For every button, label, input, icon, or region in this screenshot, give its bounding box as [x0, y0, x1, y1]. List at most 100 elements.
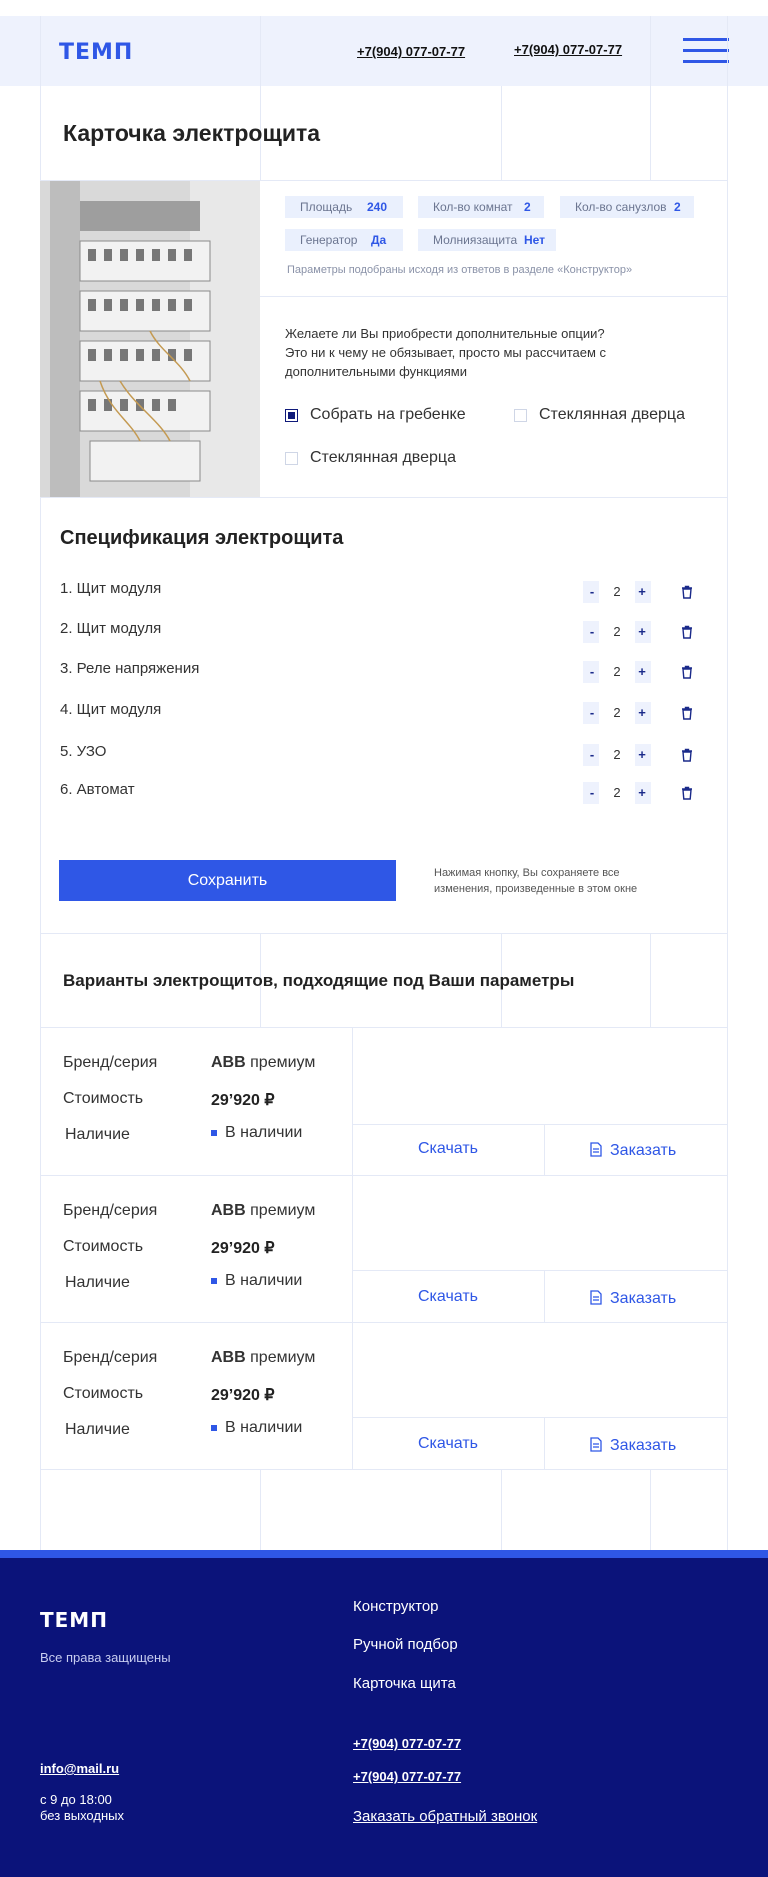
variant-brand-name: ABB — [211, 1054, 246, 1071]
decrease-button[interactable]: - — [585, 702, 599, 724]
decrease-button[interactable]: - — [585, 744, 599, 766]
variant-brand-value: ABB премиум — [211, 1349, 315, 1367]
trash-icon[interactable] — [680, 786, 694, 800]
trash-icon[interactable] — [680, 748, 694, 762]
footer-hours-line: с 9 до 18:00 — [40, 1792, 112, 1807]
grid-line — [727, 16, 728, 1550]
download-button[interactable]: Скачать — [418, 1288, 478, 1306]
option-checkbox-glass-door-2[interactable] — [285, 452, 298, 465]
variant-price: 29’920 ₽ — [211, 1092, 275, 1109]
download-button[interactable]: Скачать — [418, 1140, 478, 1158]
site-footer: ТЕМП Все права защищены Конструктор Ручн… — [0, 1558, 768, 1877]
grid-line — [40, 1322, 728, 1323]
footer-nav-constructor[interactable]: Конструктор — [353, 1598, 439, 1615]
page-title: Карточка электрощита — [63, 120, 321, 146]
header-phone-2[interactable]: +7(904) 077-07-77 — [514, 42, 622, 57]
footer-callback-link[interactable]: Заказать обратный звонок — [353, 1808, 537, 1825]
grid-line — [501, 86, 502, 181]
option-label-glass-door[interactable]: Стеклянная дверца — [539, 406, 685, 424]
save-button[interactable]: Сохранить — [59, 860, 396, 901]
increase-button[interactable]: + — [635, 581, 649, 603]
quantity-value[interactable]: 2 — [599, 744, 635, 766]
param-value: 240 — [367, 200, 388, 214]
options-question: Желаете ли Вы приобрести дополнительные … — [285, 324, 665, 381]
document-icon — [590, 1437, 602, 1457]
quantity-value[interactable]: 2 — [599, 782, 635, 804]
spec-item-name: 5. УЗО — [60, 743, 107, 760]
quantity-value[interactable]: 2 — [599, 702, 635, 724]
option-checkbox-glass-door[interactable] — [514, 409, 527, 422]
quantity-value[interactable]: 2 — [599, 621, 635, 643]
quantity-value[interactable]: 2 — [599, 581, 635, 603]
trash-icon[interactable] — [680, 706, 694, 720]
switchboard-photo — [40, 181, 260, 497]
grid-line — [40, 1469, 728, 1470]
variant-brand-value: ABB премиум — [211, 1054, 315, 1072]
order-button[interactable]: Заказать — [590, 1140, 676, 1160]
increase-button[interactable]: + — [635, 744, 649, 766]
grid-line — [544, 1124, 545, 1175]
grid-line — [352, 1270, 728, 1271]
params-hint: Параметры подобраны исходя из ответов в … — [287, 264, 633, 276]
increase-button[interactable]: + — [635, 702, 649, 724]
variant-price-label: Стоимость — [63, 1238, 144, 1255]
order-button[interactable]: Заказать — [590, 1435, 676, 1455]
variant-stock-status: В наличии — [211, 1124, 302, 1142]
grid-line — [260, 1469, 261, 1550]
footer-email[interactable]: info@mail.ru — [40, 1761, 119, 1776]
question-line: Это ни к чему не обязывает, просто мы ра… — [285, 345, 607, 360]
variant-stock-label: Наличие — [65, 1274, 130, 1291]
param-value: 2 — [524, 200, 531, 214]
spec-item-name: 1. Щит модуля — [60, 580, 162, 597]
question-line: дополнительными функциями — [285, 364, 467, 379]
quantity-value[interactable]: 2 — [599, 661, 635, 683]
order-label: Заказать — [610, 1437, 677, 1454]
option-checkbox-comb[interactable] — [285, 409, 298, 422]
footer-phone-1[interactable]: +7(904) 077-07-77 — [353, 1736, 461, 1751]
order-button[interactable]: Заказать — [590, 1288, 676, 1308]
param-value: 2 — [674, 200, 681, 214]
variant-stock-label: Наличие — [65, 1126, 130, 1143]
variant-price-label: Стоимость — [63, 1385, 144, 1402]
spec-title: Спецификация электрощита — [60, 527, 344, 549]
grid-line — [544, 1417, 545, 1469]
increase-button[interactable]: + — [635, 621, 649, 643]
decrease-button[interactable]: - — [585, 661, 599, 683]
increase-button[interactable]: + — [635, 782, 649, 804]
trash-icon[interactable] — [680, 585, 694, 599]
decrease-button[interactable]: - — [585, 621, 599, 643]
download-button[interactable]: Скачать — [418, 1435, 478, 1453]
quantity-stepper: -2 + — [583, 621, 651, 643]
grid-line — [260, 16, 261, 181]
decrease-button[interactable]: - — [585, 782, 599, 804]
quantity-stepper: -2 + — [583, 702, 651, 724]
increase-button[interactable]: + — [635, 661, 649, 683]
save-note-line: изменения, произведенные в этом окне — [434, 883, 638, 895]
footer-nav-manual[interactable]: Ручной подбор — [353, 1636, 458, 1653]
quantity-stepper: -2 + — [583, 581, 651, 603]
option-label-glass-door-2[interactable]: Стеклянная дверца — [310, 449, 456, 467]
hamburger-menu-icon[interactable] — [683, 38, 729, 64]
quantity-stepper: -2 + — [583, 782, 651, 804]
order-label: Заказать — [610, 1142, 677, 1159]
grid-line — [40, 497, 728, 498]
variant-price-label: Стоимость — [63, 1090, 144, 1107]
document-icon — [590, 1290, 602, 1310]
header-phone-1[interactable]: +7(904) 077-07-77 — [357, 44, 465, 59]
footer-nav-card[interactable]: Карточка щита — [353, 1675, 456, 1692]
option-label-comb[interactable]: Собрать на гребенке — [310, 406, 466, 424]
decrease-button[interactable]: - — [585, 581, 599, 603]
trash-icon[interactable] — [680, 665, 694, 679]
order-label: Заказать — [610, 1290, 677, 1307]
variant-brand-name: ABB — [211, 1202, 246, 1219]
site-logo[interactable]: ТЕМП — [59, 40, 133, 65]
footer-logo[interactable]: ТЕМП — [40, 1608, 108, 1632]
grid-line — [501, 1469, 502, 1550]
param-value: Да — [371, 233, 387, 247]
param-chip-area: Площадь 240 — [285, 196, 403, 218]
trash-icon[interactable] — [680, 625, 694, 639]
footer-phone-2[interactable]: +7(904) 077-07-77 — [353, 1769, 461, 1784]
param-chip-lightning: Молниязащита Нет — [418, 229, 556, 251]
question-line: Желаете ли Вы приобрести дополнительные … — [285, 326, 605, 341]
spec-item-name: 3. Реле напряжения — [60, 660, 200, 677]
